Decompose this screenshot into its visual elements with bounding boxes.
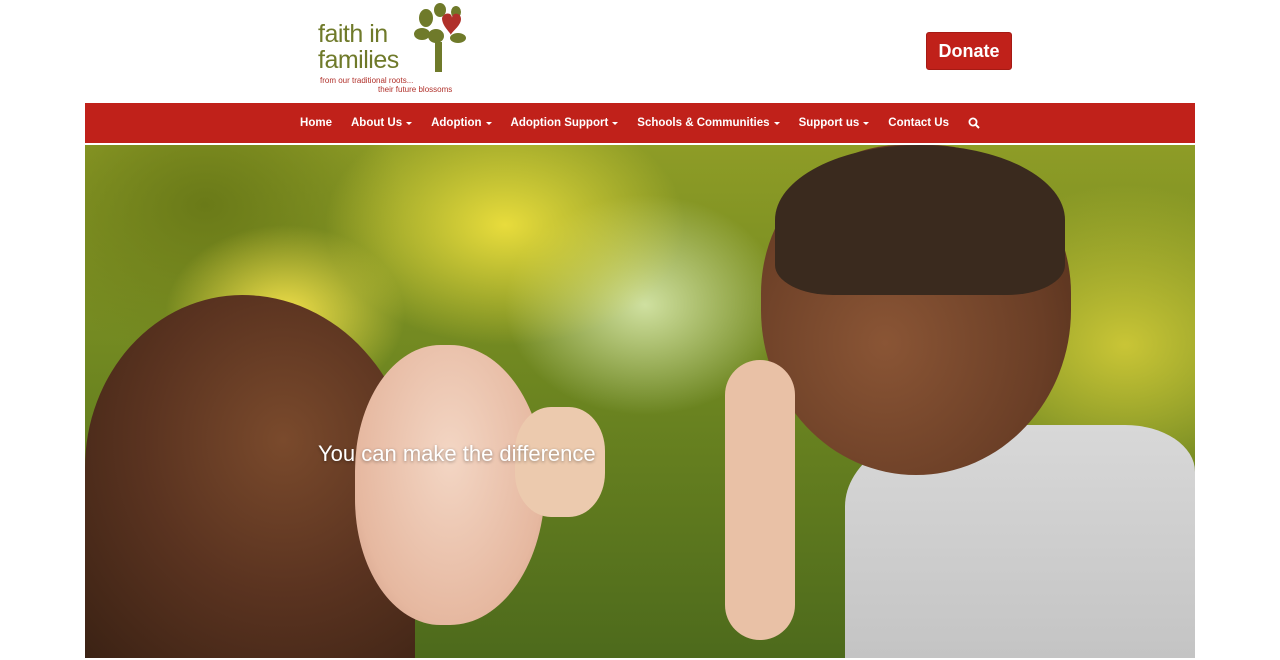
nav-adoption-support[interactable]: Adoption Support xyxy=(501,117,628,129)
nav-label: About Us xyxy=(350,117,403,129)
search-button[interactable] xyxy=(958,117,989,129)
nav-label: Contact Us xyxy=(888,117,949,129)
hero-tagline: You can make the difference xyxy=(318,441,596,466)
nav-label: Adoption Support xyxy=(510,117,609,129)
tree-icon xyxy=(414,3,466,72)
caret-down-icon xyxy=(612,121,619,125)
logo-slogan2: their future blossoms xyxy=(378,85,453,94)
nav-about-us[interactable]: About Us xyxy=(341,117,421,129)
nav-label: Adoption xyxy=(431,117,482,129)
nav-schools-communities[interactable]: Schools & Communities xyxy=(628,117,789,129)
nav-label: Support us xyxy=(798,117,860,129)
hero-banner: You can make the difference xyxy=(85,145,1195,658)
nav-home[interactable]: Home xyxy=(291,117,342,129)
search-icon xyxy=(968,117,980,129)
caret-down-icon xyxy=(863,121,870,125)
hero-photo-arm xyxy=(725,360,795,640)
site-logo[interactable]: faith in families from our traditional r… xyxy=(316,2,468,94)
logo-slogan1: from our traditional roots... xyxy=(320,76,414,85)
logo-line2: families xyxy=(318,46,399,74)
hero-photo-boy-hair xyxy=(775,145,1065,295)
nav-label: Home xyxy=(300,117,332,129)
caret-down-icon xyxy=(485,121,492,125)
logo-line1: faith in xyxy=(318,20,388,48)
donate-button[interactable]: Donate xyxy=(926,32,1012,70)
nav-adoption[interactable]: Adoption xyxy=(422,117,501,129)
nav-label: Schools & Communities xyxy=(637,117,770,129)
caret-down-icon xyxy=(773,121,780,125)
main-nav: Home About Us Adoption Adoption Support … xyxy=(85,103,1195,143)
nav-contact-us[interactable]: Contact Us xyxy=(879,117,959,129)
nav-support-us[interactable]: Support us xyxy=(789,117,879,129)
caret-down-icon xyxy=(406,121,413,125)
